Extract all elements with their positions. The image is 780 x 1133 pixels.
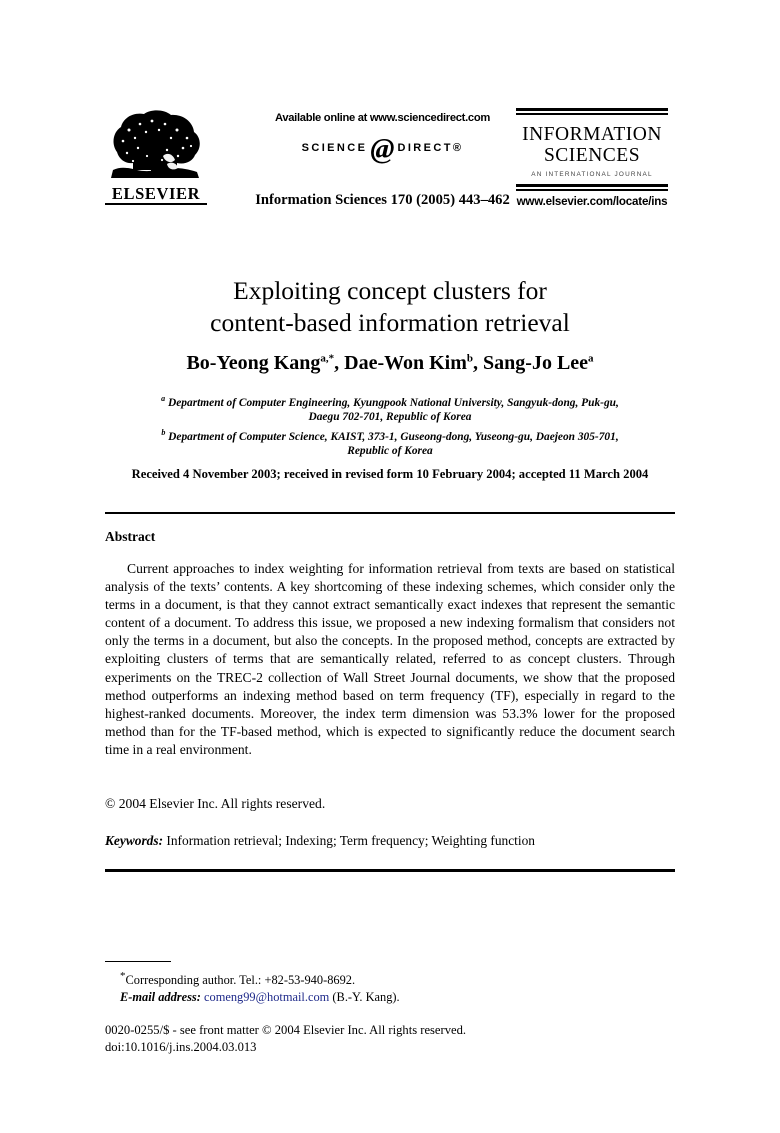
journal-title-line2: SCIENCES [543,145,641,166]
author-affiliation-mark: b [466,352,474,365]
keywords: Keywords: Information retrieval; Indexin… [105,833,675,849]
elsevier-tree-icon [107,108,205,186]
at-sign-icon: @ [370,133,395,165]
imprint-issn-line: 0020-0255/$ - see front matter © 2004 El… [105,1023,467,1037]
journal-url[interactable]: www.elsevier.com/locate/ins [509,195,675,208]
affiliation-mark: a [161,394,166,403]
sciencedirect-block: Available online at www.sciencedirect.co… [245,112,520,165]
footnotes: *Corresponding author. Tel.: +82-53-940-… [105,968,675,1005]
affiliation-text: Daegu 702-701, Republic of Korea [308,411,472,424]
imprint: 0020-0255/$ - see front matter © 2004 El… [105,1022,675,1056]
author-list: Bo-Yeong Kanga,*, Dae-Won Kimb, Sang-Jo … [186,352,594,374]
sciencedirect-word-right: DIRECT® [397,141,464,154]
affiliation-text: Department of Computer Engineering, Kyun… [168,396,619,409]
abstract-heading: Abstract [105,529,156,544]
author-affiliation-mark: a,* [320,352,335,365]
keywords-label: Keywords: [105,833,164,848]
article-title-line1: Exploiting concept clusters for [233,276,547,305]
abstract-text: Current approaches to index weighting fo… [105,561,675,757]
abstract-copyright: © 2004 Elsevier Inc. All rights reserved… [105,796,326,811]
article-history: Received 4 November 2003; received in re… [131,467,649,481]
email-label: E-mail address: [120,989,201,1004]
keywords-value: Information retrieval; Indexing; Term fr… [166,833,535,848]
author-name: Bo-Yeong Kang [186,352,321,374]
email-note: E-mail address: comeng99@hotmail.com (B.… [105,989,675,1006]
email-link[interactable]: comeng99@hotmail.com [204,990,329,1004]
affiliation: a Department of Computer Engineering, Ky… [105,392,675,425]
journal-article-first-page: ELSEVIER Available online at www.science… [0,0,780,1133]
journal-subtitle: AN INTERNATIONAL JOURNAL [531,171,653,178]
available-online-text: Available online at www.sciencedirect.co… [274,112,491,124]
journal-logo: INFORMATION SCIENCES AN INTERNATIONAL JO… [509,108,675,208]
journal-logo-rule-bottom [516,184,668,191]
affiliation-list: a Department of Computer Engineering, Ky… [105,392,675,459]
author-name: Dae-Won Kim [344,352,467,374]
affiliation-text: Department of Computer Science, KAIST, 3… [168,430,619,443]
affiliation-mark: b [161,427,166,437]
page-title: Exploiting concept clusters for content-… [105,275,675,339]
footnote-separator-rule [105,961,171,962]
email-attribution: (B.-Y. Kang). [332,989,400,1004]
journal-title-line1: INFORMATION [522,124,662,145]
author-name: Sang-Jo Lee [483,352,589,374]
elsevier-logo: ELSEVIER [105,108,207,208]
affiliation-text: Republic of Korea [347,445,433,458]
imprint-doi-line: doi:10.1016/j.ins.2004.03.013 [105,1040,257,1054]
masthead: ELSEVIER Available online at www.science… [105,108,675,220]
sciencedirect-logo: SCIENCE @ DIRECT® [245,133,520,165]
journal-logo-rule-top [516,108,668,115]
affiliation: b Department of Computer Science, KAIST,… [105,426,675,459]
abstract-top-rule [105,512,675,514]
journal-citation: Information Sciences 170 (2005) 443–462 [255,192,510,208]
article-title-line2: content-based information retrieval [210,308,570,337]
corresponding-author-text: Corresponding author. Tel.: +82-53-940-8… [125,973,356,988]
author-affiliation-mark: a [588,352,594,365]
sciencedirect-word-left: SCIENCE [301,141,368,154]
corresponding-author-note: *Corresponding author. Tel.: +82-53-940-… [105,968,675,989]
elsevier-wordmark: ELSEVIER [105,184,207,205]
abstract-bottom-rule [105,869,675,872]
